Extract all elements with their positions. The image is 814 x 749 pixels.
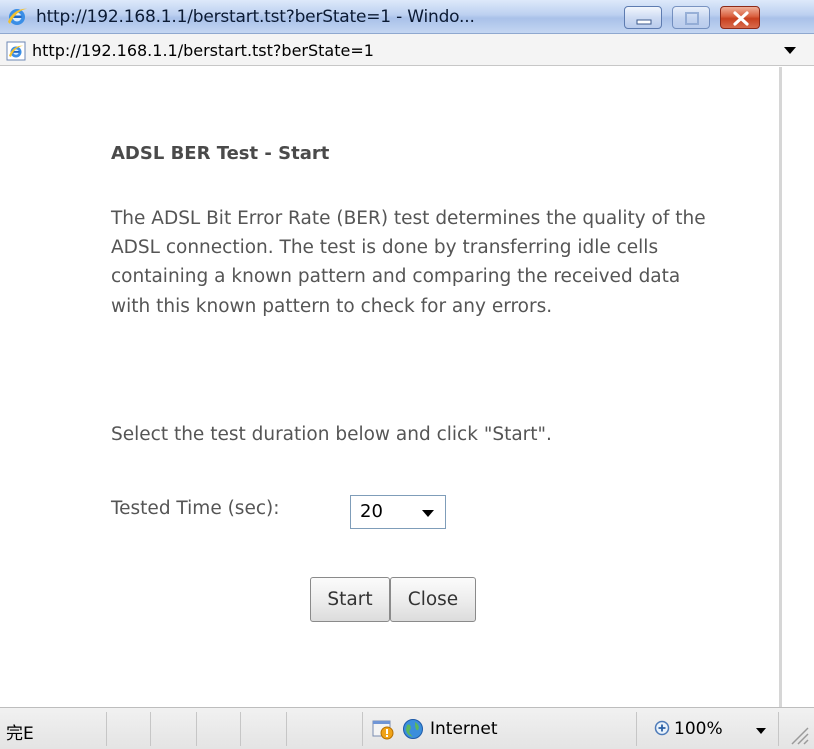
- maximize-icon: [685, 12, 699, 25]
- close-button[interactable]: Close: [390, 577, 476, 622]
- security-zone: Internet: [430, 719, 498, 739]
- close-icon: [733, 11, 749, 26]
- address-bar[interactable]: http://192.168.1.1/berstart.tst?berState…: [0, 34, 814, 66]
- status-text: 完E: [6, 724, 34, 744]
- status-divider: [240, 712, 241, 746]
- tested-time-label: Tested Time (sec):: [111, 498, 280, 519]
- status-divider: [362, 712, 363, 746]
- minimize-icon: [636, 19, 652, 25]
- page-title: ADSL BER Test - Start: [111, 143, 330, 164]
- vertical-scrollbar[interactable]: [779, 67, 814, 707]
- zoom-level[interactable]: 100%: [674, 719, 723, 739]
- globe-icon[interactable]: [402, 718, 424, 740]
- chevron-down-icon: [422, 510, 434, 517]
- start-button[interactable]: Start: [310, 577, 390, 622]
- status-divider: [286, 712, 287, 746]
- shield-warning-icon[interactable]: [372, 718, 394, 740]
- close-window-button[interactable]: [720, 6, 760, 29]
- status-divider: [150, 712, 151, 746]
- status-bar: 完E Internet 100%: [0, 707, 814, 749]
- resize-grip-icon[interactable]: [784, 720, 810, 746]
- minimize-button[interactable]: [624, 6, 662, 29]
- ie-logo-icon: [8, 8, 27, 25]
- url-text[interactable]: http://192.168.1.1/berstart.tst?berState…: [32, 41, 374, 60]
- tested-time-select[interactable]: 20: [350, 495, 446, 529]
- window-title: http://192.168.1.1/berstart.tst?berState…: [36, 7, 475, 27]
- zoom-icon[interactable]: [654, 720, 672, 738]
- maximize-button[interactable]: [672, 6, 710, 29]
- tested-time-value: 20: [360, 501, 383, 522]
- status-divider: [636, 712, 637, 746]
- status-divider: [778, 712, 779, 746]
- instruction-text: Select the test duration below and click…: [111, 424, 552, 445]
- status-divider: [196, 712, 197, 746]
- window-titlebar[interactable]: http://192.168.1.1/berstart.tst?berState…: [0, 0, 814, 34]
- ie-page-icon: [6, 41, 26, 61]
- status-divider: [106, 712, 107, 746]
- dropdown-arrow-icon[interactable]: [783, 45, 797, 55]
- test-description: The ADSL Bit Error Rate (BER) test deter…: [111, 208, 706, 317]
- zoom-dropdown-icon[interactable]: [755, 727, 767, 735]
- page-content: ADSL BER Test - Start The ADSL Bit Error…: [0, 67, 779, 707]
